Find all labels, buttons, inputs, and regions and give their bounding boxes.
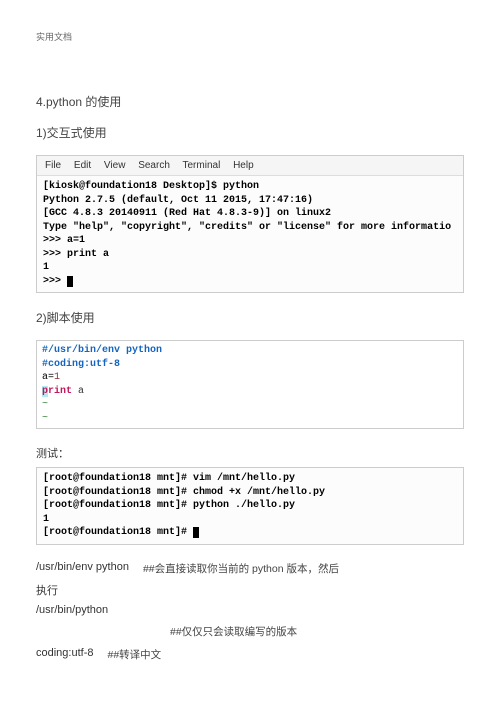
section-4-title: 4.python 的使用 xyxy=(36,93,464,110)
editor-print-rest: rint xyxy=(48,386,72,397)
terminal-body-2: [root@foundation18 mnt]# vim /mnt/hello.… xyxy=(37,468,463,544)
menu-file[interactable]: File xyxy=(45,160,61,171)
term1-line6: 1 xyxy=(43,262,49,273)
menu-help[interactable]: Help xyxy=(233,160,254,171)
terminal-script-test: [root@foundation18 mnt]# vim /mnt/hello.… xyxy=(36,467,464,545)
term1-line2: [GCC 4.8.3 20140911 (Red Hat 4.8.3-9)] o… xyxy=(43,208,331,219)
note-execute: 执行 xyxy=(36,582,464,598)
term1-line4: >>> a=1 xyxy=(43,235,85,246)
test-label: 测试： xyxy=(36,445,464,461)
term2-line3: 1 xyxy=(43,514,49,525)
editor-print-var: a xyxy=(72,386,84,397)
note-path-bin-desc: ##仅仅只会读取编写的版本 xyxy=(170,624,297,639)
note-path-env-desc: ##会直接读取你当前的 python 版本，然后 xyxy=(143,561,339,576)
section-4-sub-2: 2)脚本使用 xyxy=(36,309,464,326)
editor-shebang: #/usr/bin/env python xyxy=(42,345,162,356)
terminal-menu-bar: File Edit View Search Terminal Help xyxy=(37,156,463,176)
term2-line1: [root@foundation18 mnt]# chmod +x /mnt/h… xyxy=(43,487,325,498)
cursor-icon-2 xyxy=(193,527,199,538)
term1-line3: Type "help", "copyright", "credits" or "… xyxy=(43,222,451,233)
script-editor: #/usr/bin/env python #coding:utf-8 a=1 p… xyxy=(36,340,464,429)
term2-line4: [root@foundation18 mnt]# xyxy=(43,527,193,538)
term1-line5: >>> print a xyxy=(43,249,109,260)
editor-assign-val: 1 xyxy=(54,372,60,383)
note-coding: coding:utf-8 xyxy=(36,647,93,659)
term1-line1: Python 2.7.5 (default, Oct 11 2015, 17:4… xyxy=(43,195,313,206)
editor-tilde-2: ~ xyxy=(42,413,48,424)
menu-terminal[interactable]: Terminal xyxy=(183,160,221,171)
menu-view[interactable]: View xyxy=(104,160,126,171)
term1-line0: [kiosk@foundation18 Desktop]$ python xyxy=(43,181,259,192)
terminal-interactive: File Edit View Search Terminal Help [kio… xyxy=(36,155,464,293)
terminal-body-1: [kiosk@foundation18 Desktop]$ python Pyt… xyxy=(37,176,463,292)
cursor-icon xyxy=(67,276,73,287)
editor-coding: #coding:utf-8 xyxy=(42,359,120,370)
term2-line0: [root@foundation18 mnt]# vim /mnt/hello.… xyxy=(43,473,295,484)
editor-tilde-1: ~ xyxy=(42,399,48,410)
note-path-env: /usr/bin/env python xyxy=(36,561,129,573)
term1-line7: >>> xyxy=(43,276,67,287)
editor-assign-left: a= xyxy=(42,372,54,383)
menu-search[interactable]: Search xyxy=(138,160,170,171)
term2-line2: [root@foundation18 mnt]# python ./hello.… xyxy=(43,500,295,511)
menu-edit[interactable]: Edit xyxy=(74,160,91,171)
doc-header: 实用文档 xyxy=(36,30,464,43)
note-coding-desc: ##转译中文 xyxy=(107,647,161,662)
section-4-sub-1: 1)交互式使用 xyxy=(36,124,464,141)
note-path-bin: /usr/bin/python xyxy=(36,604,464,616)
